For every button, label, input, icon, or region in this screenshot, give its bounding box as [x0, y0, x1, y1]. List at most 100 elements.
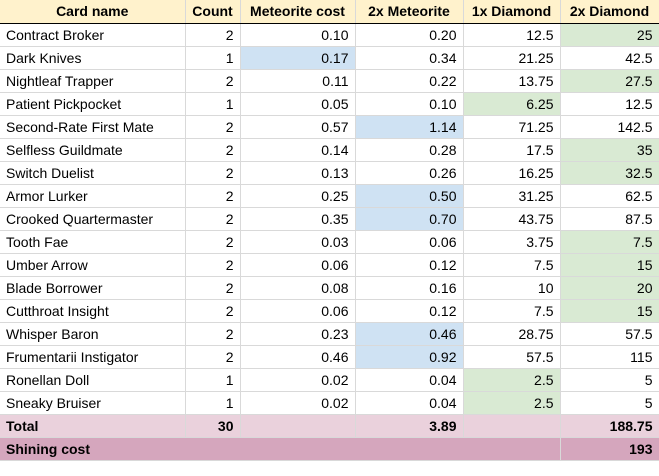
meteorite-2x-cell[interactable]: 0.10: [355, 92, 464, 116]
diamond-2x-cell[interactable]: 12.5: [560, 92, 659, 116]
count-cell[interactable]: 2: [185, 299, 241, 323]
header-1x-diamond[interactable]: 1x Diamond: [463, 0, 561, 24]
meteorite-2x-cell[interactable]: 0.34: [355, 46, 464, 70]
count-cell[interactable]: 2: [185, 161, 241, 185]
diamond-2x-cell[interactable]: 5: [560, 368, 659, 392]
count-cell[interactable]: 2: [185, 345, 241, 369]
count-cell[interactable]: 2: [185, 69, 241, 93]
card-name-cell[interactable]: Frumentarii Instigator: [0, 345, 186, 369]
header-count[interactable]: Count: [185, 0, 241, 24]
total-diamond-2x-cell[interactable]: 188.75: [560, 413, 659, 438]
meteorite-cell[interactable]: 0.11: [240, 69, 356, 93]
diamond-2x-cell[interactable]: 5: [560, 391, 659, 415]
card-name-cell[interactable]: Switch Duelist: [0, 161, 186, 185]
card-name-cell[interactable]: Second-Rate First Mate: [0, 115, 186, 139]
diamond-1x-cell[interactable]: 2.5: [463, 368, 561, 392]
diamond-1x-cell[interactable]: 7.5: [463, 253, 561, 277]
diamond-2x-cell[interactable]: 27.5: [560, 69, 659, 93]
total-count-cell[interactable]: 30: [185, 413, 241, 438]
card-name-cell[interactable]: Sneaky Bruiser: [0, 391, 186, 415]
card-name-cell[interactable]: Nightleaf Trapper: [0, 69, 186, 93]
card-name-cell[interactable]: Umber Arrow: [0, 253, 186, 277]
meteorite-cell[interactable]: 0.02: [240, 391, 356, 415]
card-name-cell[interactable]: Armor Lurker: [0, 184, 186, 208]
meteorite-2x-cell[interactable]: 0.28: [355, 138, 464, 162]
diamond-1x-cell[interactable]: 6.25: [463, 92, 561, 116]
meteorite-cell[interactable]: 0.08: [240, 276, 356, 300]
diamond-1x-cell[interactable]: 12.5: [463, 23, 561, 47]
count-cell[interactable]: 2: [185, 184, 241, 208]
count-cell[interactable]: 2: [185, 230, 241, 254]
meteorite-cell[interactable]: 0.23: [240, 322, 356, 346]
count-cell[interactable]: 1: [185, 92, 241, 116]
meteorite-cell[interactable]: 0.14: [240, 138, 356, 162]
diamond-1x-cell[interactable]: 16.25: [463, 161, 561, 185]
card-name-cell[interactable]: Cutthroat Insight: [0, 299, 186, 323]
diamond-1x-cell[interactable]: 3.75: [463, 230, 561, 254]
meteorite-cell[interactable]: 0.05: [240, 92, 356, 116]
meteorite-cell[interactable]: 0.10: [240, 23, 356, 47]
diamond-2x-cell[interactable]: 15: [560, 253, 659, 277]
card-name-cell[interactable]: Dark Knives: [0, 46, 186, 70]
diamond-2x-cell[interactable]: 87.5: [560, 207, 659, 231]
diamond-1x-cell[interactable]: 13.75: [463, 69, 561, 93]
total-meteorite-2x-cell[interactable]: 3.89: [355, 413, 464, 438]
shining-cost-value-cell[interactable]: 193: [560, 437, 659, 461]
diamond-1x-cell[interactable]: 43.75: [463, 207, 561, 231]
meteorite-2x-cell[interactable]: 0.16: [355, 276, 464, 300]
meteorite-cell[interactable]: 0.17: [240, 46, 356, 70]
meteorite-2x-cell[interactable]: 0.06: [355, 230, 464, 254]
meteorite-cell[interactable]: 0.35: [240, 207, 356, 231]
meteorite-2x-cell[interactable]: 0.70: [355, 207, 464, 231]
diamond-2x-cell[interactable]: 115: [560, 345, 659, 369]
diamond-2x-cell[interactable]: 142.5: [560, 115, 659, 139]
count-cell[interactable]: 2: [185, 138, 241, 162]
diamond-1x-cell[interactable]: 10: [463, 276, 561, 300]
card-name-cell[interactable]: Tooth Fae: [0, 230, 186, 254]
diamond-1x-cell[interactable]: 7.5: [463, 299, 561, 323]
meteorite-cell[interactable]: 0.13: [240, 161, 356, 185]
meteorite-2x-cell[interactable]: 0.12: [355, 299, 464, 323]
total-label-cell[interactable]: Total: [0, 413, 186, 438]
card-name-cell[interactable]: Selfless Guildmate: [0, 138, 186, 162]
meteorite-cell[interactable]: 0.46: [240, 345, 356, 369]
meteorite-cell[interactable]: 0.06: [240, 253, 356, 277]
diamond-2x-cell[interactable]: 42.5: [560, 46, 659, 70]
meteorite-2x-cell[interactable]: 0.26: [355, 161, 464, 185]
meteorite-2x-cell[interactable]: 1.14: [355, 115, 464, 139]
meteorite-2x-cell[interactable]: 0.50: [355, 184, 464, 208]
count-cell[interactable]: 1: [185, 368, 241, 392]
meteorite-2x-cell[interactable]: 0.46: [355, 322, 464, 346]
meteorite-2x-cell[interactable]: 0.22: [355, 69, 464, 93]
count-cell[interactable]: 2: [185, 207, 241, 231]
meteorite-cell[interactable]: 0.06: [240, 299, 356, 323]
total-diamond-1x-cell[interactable]: [463, 413, 561, 438]
diamond-2x-cell[interactable]: 7.5: [560, 230, 659, 254]
diamond-1x-cell[interactable]: 57.5: [463, 345, 561, 369]
diamond-2x-cell[interactable]: 35: [560, 138, 659, 162]
header-2x-meteorite[interactable]: 2x Meteorite: [355, 0, 464, 24]
meteorite-2x-cell[interactable]: 0.92: [355, 345, 464, 369]
header-meteorite-cost[interactable]: Meteorite cost: [240, 0, 356, 24]
card-name-cell[interactable]: Patient Pickpocket: [0, 92, 186, 116]
count-cell[interactable]: 1: [185, 391, 241, 415]
meteorite-cell[interactable]: 0.02: [240, 368, 356, 392]
count-cell[interactable]: 2: [185, 322, 241, 346]
diamond-2x-cell[interactable]: 20: [560, 276, 659, 300]
header-card-name[interactable]: Card name: [0, 0, 186, 24]
meteorite-cell[interactable]: 0.25: [240, 184, 356, 208]
diamond-1x-cell[interactable]: 28.75: [463, 322, 561, 346]
meteorite-cell[interactable]: 0.03: [240, 230, 356, 254]
card-name-cell[interactable]: Blade Borrower: [0, 276, 186, 300]
header-2x-diamond[interactable]: 2x Diamond: [560, 0, 659, 24]
diamond-1x-cell[interactable]: 21.25: [463, 46, 561, 70]
diamond-2x-cell[interactable]: 15: [560, 299, 659, 323]
diamond-2x-cell[interactable]: 32.5: [560, 161, 659, 185]
count-cell[interactable]: 2: [185, 23, 241, 47]
diamond-2x-cell[interactable]: 62.5: [560, 184, 659, 208]
diamond-1x-cell[interactable]: 17.5: [463, 138, 561, 162]
shining-cost-label-cell[interactable]: Shining cost: [0, 437, 561, 461]
card-name-cell[interactable]: Whisper Baron: [0, 322, 186, 346]
meteorite-2x-cell[interactable]: 0.20: [355, 23, 464, 47]
card-name-cell[interactable]: Crooked Quartermaster: [0, 207, 186, 231]
